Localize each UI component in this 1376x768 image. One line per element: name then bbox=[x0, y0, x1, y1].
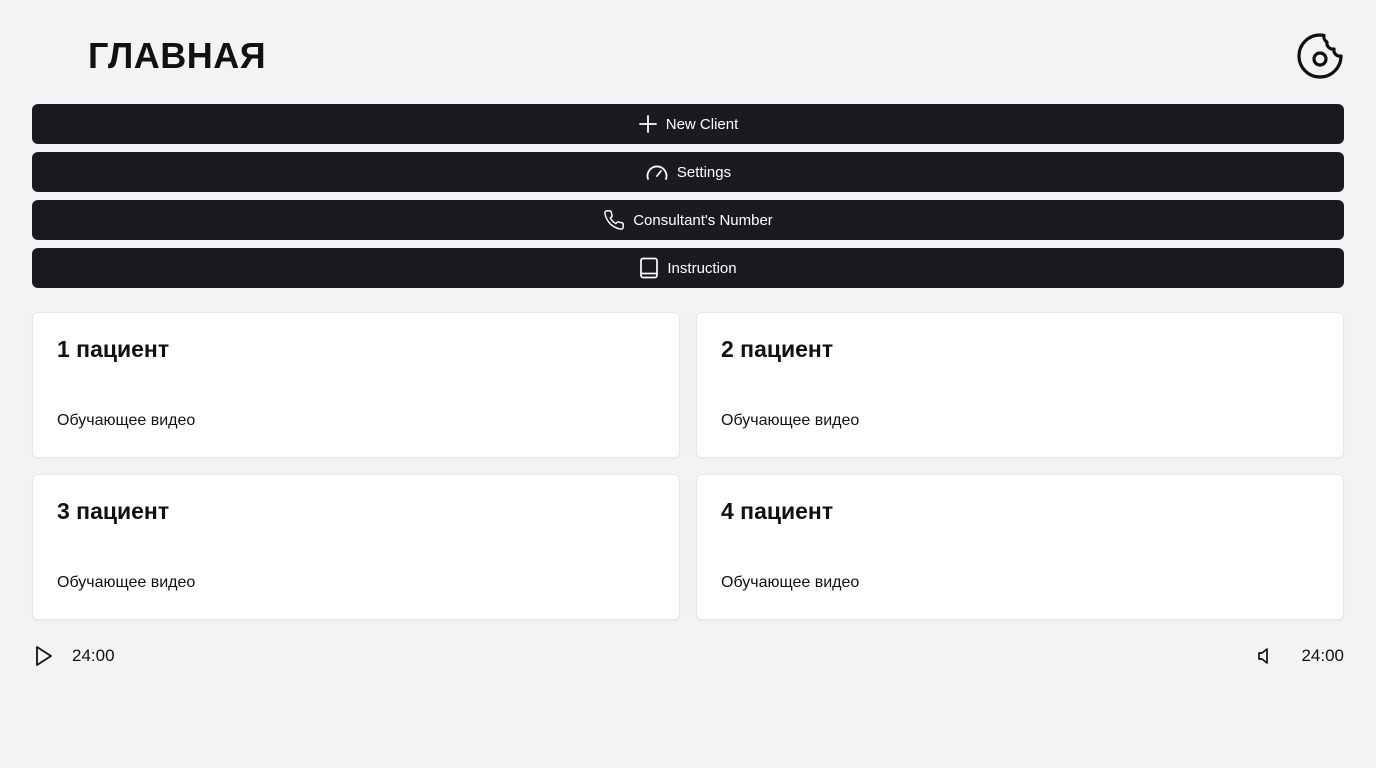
patient-card-2[interactable]: 2 пациент Обучающее видео bbox=[696, 312, 1344, 458]
cookie-icon bbox=[1297, 33, 1343, 79]
card-subtitle: Обучающее видео bbox=[721, 574, 860, 591]
play-button[interactable] bbox=[32, 644, 56, 668]
page-title: ГЛАВНАЯ bbox=[88, 35, 267, 76]
patient-card-1[interactable]: 1 пациент Обучающее видео bbox=[32, 312, 680, 458]
header: ГЛАВНАЯ bbox=[0, 0, 1376, 104]
card-title: 1 пациент bbox=[57, 336, 170, 362]
volume-button[interactable] bbox=[1256, 646, 1276, 666]
new-client-button[interactable]: New Client bbox=[32, 104, 1344, 144]
consultant-number-button[interactable]: Consultant's Number bbox=[32, 200, 1344, 240]
book-icon bbox=[640, 257, 659, 279]
card-title: 2 пациент bbox=[721, 336, 834, 362]
patient-cards: 1 пациент Обучающее видео 2 пациент Обуч… bbox=[32, 312, 1344, 620]
card-subtitle: Обучающее видео bbox=[57, 412, 196, 429]
patient-card-4[interactable]: 4 пациент Обучающее видео bbox=[696, 474, 1344, 620]
cookie-button[interactable] bbox=[1296, 32, 1344, 80]
instruction-button[interactable]: Instruction bbox=[32, 248, 1344, 288]
action-list: New Client Settings Consultant's Number … bbox=[32, 104, 1344, 296]
settings-button[interactable]: Settings bbox=[32, 152, 1344, 192]
volume-icon bbox=[1258, 648, 1268, 664]
plus-icon bbox=[638, 115, 657, 133]
new-client-label: New Client bbox=[665, 115, 739, 133]
instruction-label: Instruction bbox=[667, 259, 737, 277]
duration-time: 24:00 bbox=[1301, 646, 1344, 665]
card-subtitle: Обучающее видео bbox=[57, 574, 196, 591]
media-player: 24:00 24:00 bbox=[32, 640, 1344, 672]
gauge-icon bbox=[646, 165, 668, 180]
current-time: 24:00 bbox=[72, 646, 115, 665]
card-title: 3 пациент bbox=[57, 498, 170, 524]
settings-label: Settings bbox=[676, 163, 732, 181]
card-subtitle: Обучающее видео bbox=[721, 412, 860, 429]
phone-icon bbox=[604, 210, 625, 230]
play-icon bbox=[36, 646, 52, 666]
card-title: 4 пациент bbox=[721, 498, 834, 524]
consultant-number-label: Consultant's Number bbox=[633, 211, 773, 229]
patient-card-3[interactable]: 3 пациент Обучающее видео bbox=[32, 474, 680, 620]
